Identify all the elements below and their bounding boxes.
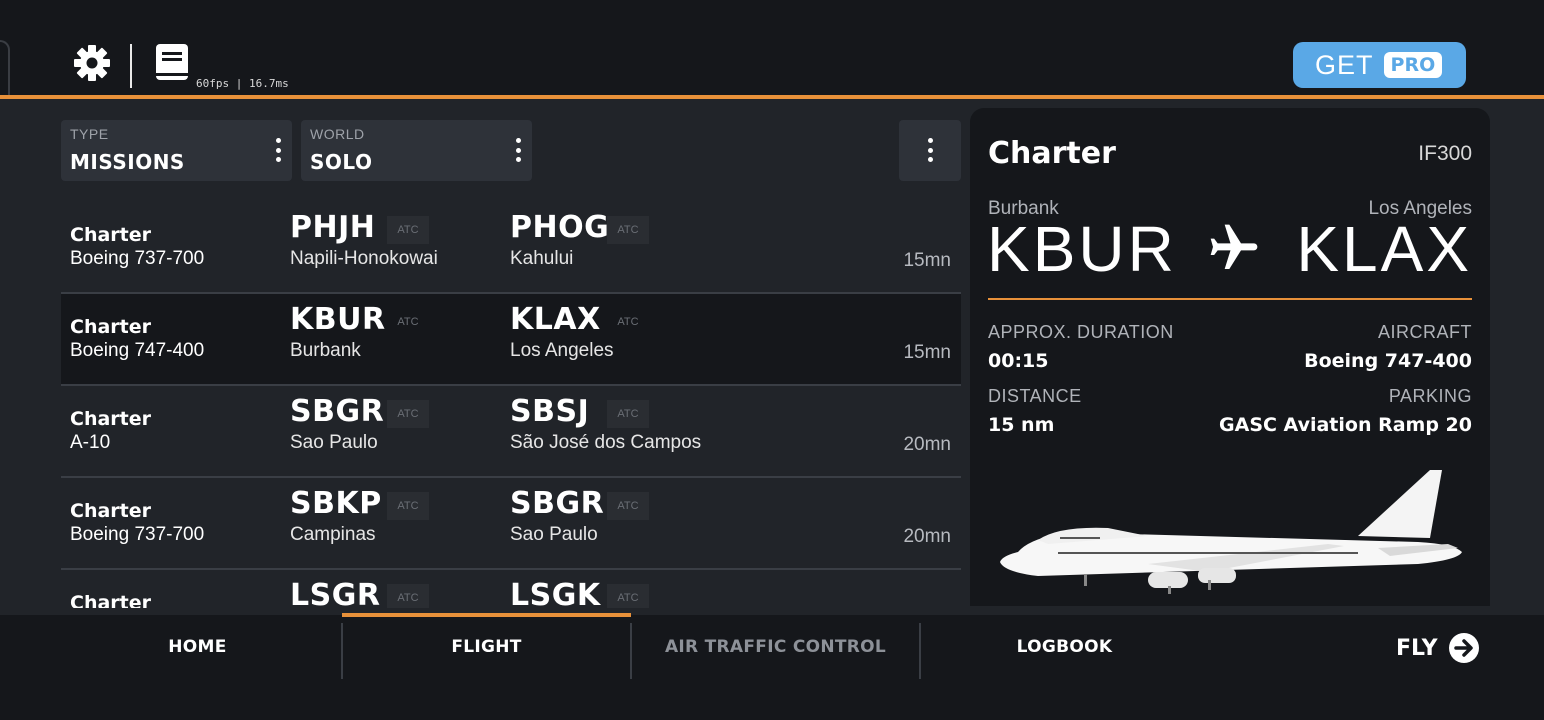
arrival-city: Kahului — [510, 248, 574, 269]
list-options-button[interactable] — [899, 120, 961, 181]
arrival-code: LSGK — [510, 578, 601, 608]
mission-row[interactable]: Charter Boeing 737-700 SBKP ATC Campinas… — [61, 478, 961, 570]
aircraft-value: Boeing 747-400 — [1304, 350, 1472, 372]
mission-duration: 15mn — [903, 250, 951, 271]
mission-row[interactable]: Charter LSGR ATC LSGK ATC — [61, 570, 961, 608]
arrival-city: São José dos Campos — [510, 432, 702, 453]
mission-detail-panel: Charter IF300 Burbank Los Angeles KBUR K… — [970, 108, 1490, 606]
atc-badge: ATC — [607, 308, 649, 336]
mission-aircraft: A-10 — [70, 432, 111, 453]
arrival-city: Sao Paulo — [510, 524, 598, 545]
detail-arrival-code: KLAX — [1296, 213, 1472, 285]
distance-value: 15 nm — [988, 414, 1055, 436]
departure-city: Campinas — [290, 524, 376, 545]
mission-type: Charter — [70, 408, 152, 430]
atc-badge: ATC — [387, 308, 429, 336]
detail-divider — [988, 298, 1472, 300]
detail-title: Charter — [988, 136, 1116, 171]
departure-code: SBGR — [290, 394, 385, 429]
arrow-right-circle-icon — [1448, 633, 1479, 663]
more-vertical-icon[interactable] — [515, 138, 521, 162]
distance-label: DISTANCE — [988, 386, 1082, 406]
book-icon[interactable] — [154, 44, 190, 84]
get-pro-button[interactable]: GET PRO — [1293, 42, 1466, 88]
type-filter-label: TYPE — [70, 126, 109, 142]
arrival-code: SBGR — [510, 486, 605, 521]
tab-logbook[interactable]: LOGBOOK — [920, 615, 1209, 679]
detail-departure-code: KBUR — [987, 213, 1177, 285]
duration-value: 00:15 — [988, 350, 1049, 372]
pro-badge: PRO — [1383, 52, 1443, 78]
atc-badge: ATC — [607, 216, 649, 244]
aircraft-label: AIRCRAFT — [1378, 322, 1472, 342]
world-filter-label: WORLD — [310, 126, 365, 142]
fly-label: FLY — [1396, 635, 1438, 661]
duration-label: APPROX. DURATION — [988, 322, 1174, 342]
fps-counter: 60fps | 16.7ms — [196, 77, 289, 90]
atc-badge: ATC — [387, 400, 429, 428]
mission-row-selected[interactable]: Charter Boeing 747-400 KBUR ATC Burbank … — [61, 294, 961, 386]
top-bar: 60fps | 16.7ms GET PRO — [0, 0, 1544, 110]
arrival-code: SBSJ — [510, 394, 590, 429]
mission-aircraft: Boeing 737-700 — [70, 248, 205, 269]
more-vertical-icon — [927, 138, 933, 162]
header-divider — [130, 44, 132, 88]
more-vertical-icon[interactable] — [275, 138, 281, 162]
arrival-code: PHOG — [510, 210, 610, 245]
mission-type: Charter — [70, 316, 152, 338]
mission-type: Charter — [70, 592, 152, 608]
departure-code: PHJH — [290, 210, 376, 245]
mission-type: Charter — [70, 500, 152, 522]
tab-air-traffic-control[interactable]: AIR TRAFFIC CONTROL — [631, 615, 920, 679]
aircraft-image — [1000, 470, 1462, 594]
departure-code: LSGR — [290, 578, 381, 608]
type-filter-value: MISSIONS — [70, 150, 185, 174]
atc-badge: ATC — [387, 216, 429, 244]
get-label: GET — [1315, 49, 1374, 80]
bottom-nav: HOME FLIGHT AIR TRAFFIC CONTROL LOGBOOK … — [0, 613, 1544, 720]
mission-list[interactable]: Charter Boeing 737-700 PHJH ATC Napili-H… — [61, 202, 961, 608]
mission-row[interactable]: Charter A-10 SBGR ATC Sao Paulo SBSJ ATC… — [61, 386, 961, 478]
mission-duration: 15mn — [903, 342, 951, 363]
mission-type: Charter — [70, 224, 152, 246]
fly-button[interactable]: FLY — [1396, 632, 1480, 664]
mission-aircraft: Boeing 737-700 — [70, 524, 205, 545]
atc-badge: ATC — [387, 584, 429, 608]
parking-label: PARKING — [1388, 386, 1472, 406]
mission-aircraft: Boeing 747-400 — [70, 340, 205, 361]
world-filter-value: SOLO — [310, 150, 373, 174]
type-filter[interactable]: TYPE MISSIONS — [61, 120, 292, 181]
departure-city: Burbank — [290, 340, 361, 361]
departure-city: Sao Paulo — [290, 432, 378, 453]
arrival-code: KLAX — [510, 302, 601, 337]
mission-row[interactable]: Charter Boeing 737-700 PHJH ATC Napili-H… — [61, 202, 961, 294]
airplane-icon — [1210, 224, 1258, 269]
arrival-city: Los Angeles — [510, 340, 614, 361]
atc-badge: ATC — [607, 584, 649, 608]
atc-badge: ATC — [387, 492, 429, 520]
atc-badge: ATC — [607, 492, 649, 520]
departure-code: SBKP — [290, 486, 382, 521]
tab-flight[interactable]: FLIGHT — [342, 615, 631, 679]
detail-flight-code: IF300 — [1418, 142, 1472, 165]
gear-icon[interactable] — [72, 43, 112, 83]
departure-code: KBUR — [290, 302, 386, 337]
tab-home[interactable]: HOME — [53, 615, 342, 679]
departure-city: Napili-Honokowai — [290, 248, 438, 269]
world-filter[interactable]: WORLD SOLO — [301, 120, 532, 181]
mission-duration: 20mn — [903, 434, 951, 455]
parking-value: GASC Aviation Ramp 20 — [1219, 414, 1472, 436]
atc-badge: ATC — [607, 400, 649, 428]
mission-duration: 20mn — [903, 526, 951, 547]
